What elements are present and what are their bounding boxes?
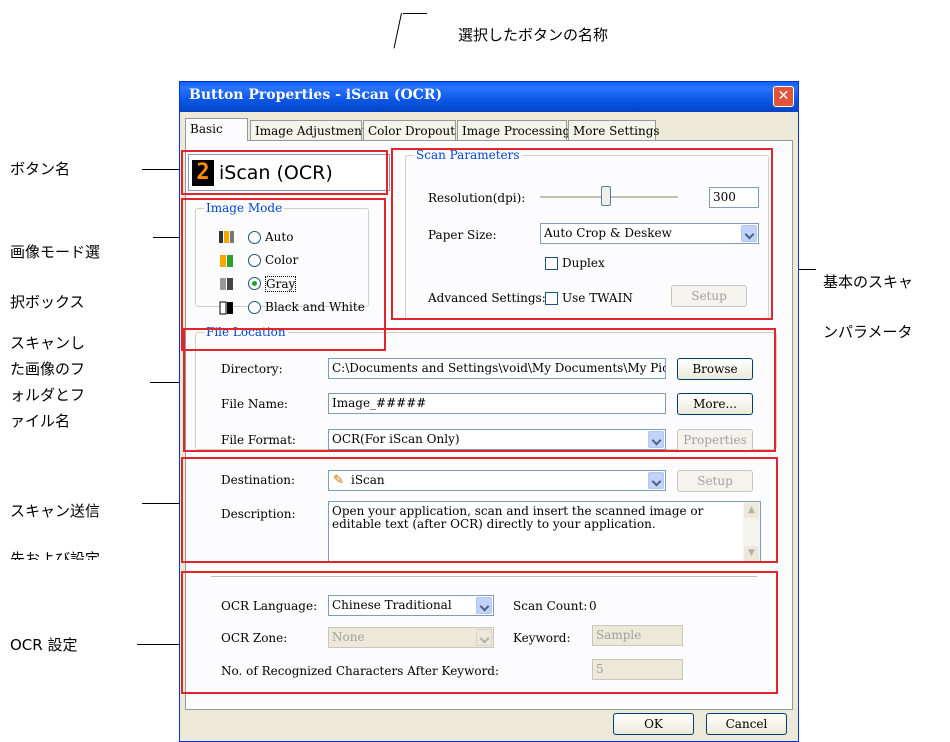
callout-line-button-name <box>142 169 182 170</box>
annotation-destination-2: 先および設定 <box>10 550 101 560</box>
tab-image-processing[interactable]: Image Processing <box>457 120 570 140</box>
annotation-image-mode-1: 画像モード選 <box>10 243 101 261</box>
tab-more-settings[interactable]: More Settings <box>568 120 660 140</box>
annotation-folder-3: ォルダとフ <box>10 386 86 404</box>
highlight-file-location <box>183 328 776 452</box>
annotation-folder-4: ァイル名 <box>10 412 71 430</box>
callout-line-top <box>393 13 404 49</box>
annotation-destination-1: スキャン送信 <box>10 502 101 520</box>
annotation-ocr: OCR 設定 <box>10 636 78 654</box>
annotation-folder-1: スキャンし <box>10 334 86 352</box>
callout-line-destination <box>142 503 182 504</box>
close-button[interactable]: ✕ <box>773 86 794 107</box>
annotation-selected-button-name: 選択したボタンの名称 <box>458 26 609 44</box>
highlight-ocr <box>181 571 778 694</box>
highlight-scan-parameters <box>391 148 773 320</box>
annotation-folder-2: た画像のフ <box>10 360 86 378</box>
annotation-button-name: ボタン名 <box>10 160 71 178</box>
tab-image-adjustment[interactable]: Image Adjustment <box>250 120 367 140</box>
title-bar: Button Properties - iScan (OCR) ✕ <box>180 82 798 112</box>
annotation-image-mode-2: 択ボックス <box>10 293 85 311</box>
annotation-basic-params-1: 基本のスキャ <box>823 273 914 291</box>
dialog-title: Button Properties - iScan (OCR) <box>189 87 443 103</box>
callout-tick-top <box>403 13 427 14</box>
callout-line-ocr <box>137 644 184 645</box>
ok-button[interactable]: OK <box>613 713 694 735</box>
tab-color-dropout[interactable]: Color Dropout <box>363 120 456 140</box>
highlight-destination <box>181 457 778 563</box>
cancel-button[interactable]: Cancel <box>706 713 787 735</box>
highlight-button-name <box>181 150 388 195</box>
annotation-basic-params-2: ンパラメータ <box>823 323 913 341</box>
annotation-destination-2-clip: 先および設定 <box>10 549 170 560</box>
tab-basic[interactable]: Basic <box>185 118 248 141</box>
